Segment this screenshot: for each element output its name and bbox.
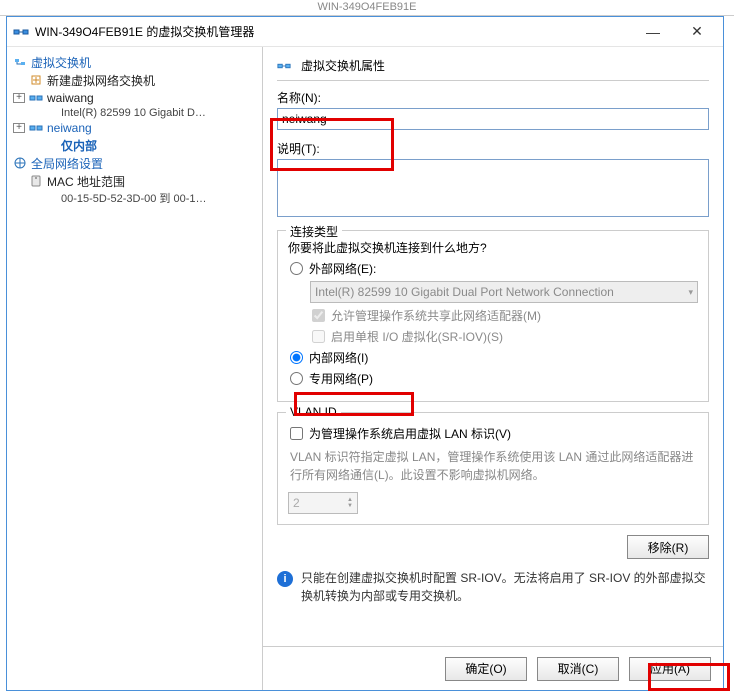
tree-item-label: 新建虚拟网络交换机 [47, 72, 155, 89]
app-icon [13, 24, 29, 40]
dialog-footer: 确定(O) 取消(C) 应用(A) [263, 646, 723, 690]
sriov-info: i 只能在创建虚拟交换机时配置 SR-IOV。无法将启用了 SR-IOV 的外部… [277, 569, 709, 605]
check-allow-mgmt: 允许管理操作系统共享此网络适配器(M) [312, 307, 698, 324]
tree-item-label: neiwang [47, 121, 92, 135]
name-label: 名称(N): [277, 89, 709, 106]
vswitch-section-icon [13, 55, 27, 69]
vlan-id-input: 2 ▲▼ [288, 492, 358, 514]
check-vlan-input[interactable] [290, 427, 303, 440]
vlan-note: VLAN 标识符指定虚拟 LAN，管理操作系统使用该 LAN 通过此网络适配器进… [290, 448, 696, 484]
remove-button[interactable]: 移除(R) [627, 535, 709, 559]
radio-external[interactable]: 外部网络(E): [290, 260, 698, 277]
tree-section-global[interactable]: 全局网络设置 [7, 154, 262, 172]
vswitch-props-icon [277, 59, 291, 73]
info-text: 只能在创建虚拟交换机时配置 SR-IOV。无法将启用了 SR-IOV 的外部虚拟… [301, 569, 709, 605]
tree-item-neiwang-type: 仅内部 [7, 137, 262, 154]
expand-icon[interactable]: + [13, 123, 25, 133]
window-title: WIN-349O4FEB91E 的虚拟交换机管理器 [35, 23, 631, 40]
connection-type-group: 连接类型 你要将此虚拟交换机连接到什么地方? 外部网络(E): Intel(R)… [277, 230, 709, 402]
tree-item-mac-value: 00-15-5D-52-3D-00 到 00-15-5D-5... [7, 190, 207, 206]
spinner-icon: ▲▼ [347, 497, 353, 509]
window-titlebar: WIN-349O4FEB91E 的虚拟交换机管理器 — ✕ [7, 17, 723, 47]
tree-item-mac-range[interactable]: MAC 地址范围 [7, 172, 262, 190]
radio-private-input[interactable] [290, 372, 303, 385]
radio-internal-input[interactable] [290, 351, 303, 364]
tree-item-waiwang-nic: Intel(R) 82599 10 Gigabit Dual Por... [7, 107, 207, 119]
new-vswitch-icon [29, 73, 43, 87]
radio-label: 内部网络(I) [309, 349, 368, 366]
properties-panel: 虚拟交换机属性 名称(N): 说明(T): 连接类型 你要将此虚拟交换机连接到什… [263, 47, 723, 646]
check-sriov-input [312, 330, 325, 343]
vlan-id-value: 2 [293, 496, 300, 510]
tree-section-label: 全局网络设置 [31, 155, 103, 172]
check-label: 启用单根 I/O 虚拟化(SR-IOV)(S) [331, 328, 503, 345]
cancel-button[interactable]: 取消(C) [537, 657, 619, 681]
info-icon: i [277, 571, 293, 587]
check-vlan-enable[interactable]: 为管理操作系统启用虚拟 LAN 标识(V) [290, 425, 698, 442]
close-button[interactable]: ✕ [675, 18, 719, 46]
panel-title: 虚拟交换机属性 [301, 57, 385, 74]
tree-item-waiwang[interactable]: + waiwang [7, 89, 262, 107]
radio-private[interactable]: 专用网络(P) [290, 370, 698, 387]
name-input[interactable] [277, 108, 709, 130]
group-title: VLAN ID [286, 405, 341, 419]
check-allow-mgmt-input [312, 309, 325, 322]
description-label: 说明(T): [277, 140, 709, 157]
tree-panel: 虚拟交换机 新建虚拟网络交换机 + waiwang Intel(R) 82599… [7, 47, 263, 690]
vswitch-icon [29, 91, 43, 105]
check-label: 为管理操作系统启用虚拟 LAN 标识(V) [309, 425, 511, 442]
radio-label: 专用网络(P) [309, 370, 373, 387]
radio-internal[interactable]: 内部网络(I) [290, 349, 698, 366]
mac-icon [29, 174, 43, 188]
tree-item-neiwang[interactable]: + neiwang [7, 119, 262, 137]
vswitch-icon [29, 121, 43, 135]
vswitch-manager-window: WIN-349O4FEB91E 的虚拟交换机管理器 — ✕ 虚拟交换机 新建虚拟… [6, 16, 724, 691]
ok-button[interactable]: 确定(O) [445, 657, 527, 681]
nic-selected-label: Intel(R) 82599 10 Gigabit Dual Port Netw… [315, 285, 614, 299]
tree-item-label: waiwang [47, 91, 94, 105]
chevron-down-icon: ▾ [688, 287, 693, 298]
expand-icon[interactable]: + [13, 93, 25, 103]
nic-select: Intel(R) 82599 10 Gigabit Dual Port Netw… [310, 281, 698, 303]
vlan-group: VLAN ID 为管理操作系统启用虚拟 LAN 标识(V) VLAN 标识符指定… [277, 412, 709, 525]
description-input[interactable] [277, 159, 709, 217]
parent-window-title: WIN-349O4FEB91E [0, 0, 734, 16]
radio-label: 外部网络(E): [309, 260, 376, 277]
tree-section-label: 虚拟交换机 [31, 54, 91, 71]
group-title: 连接类型 [286, 223, 342, 240]
minimize-button[interactable]: — [631, 18, 675, 46]
check-label: 允许管理操作系统共享此网络适配器(M) [331, 307, 541, 324]
check-sriov: 启用单根 I/O 虚拟化(SR-IOV)(S) [312, 328, 698, 345]
global-section-icon [13, 156, 27, 170]
tree-section-vswitches[interactable]: 虚拟交换机 [7, 53, 262, 71]
connection-prompt: 你要将此虚拟交换机连接到什么地方? [288, 239, 698, 256]
apply-button[interactable]: 应用(A) [629, 657, 711, 681]
tree-new-vswitch[interactable]: 新建虚拟网络交换机 [7, 71, 262, 89]
tree-item-label: MAC 地址范围 [47, 173, 125, 190]
radio-external-input[interactable] [290, 262, 303, 275]
